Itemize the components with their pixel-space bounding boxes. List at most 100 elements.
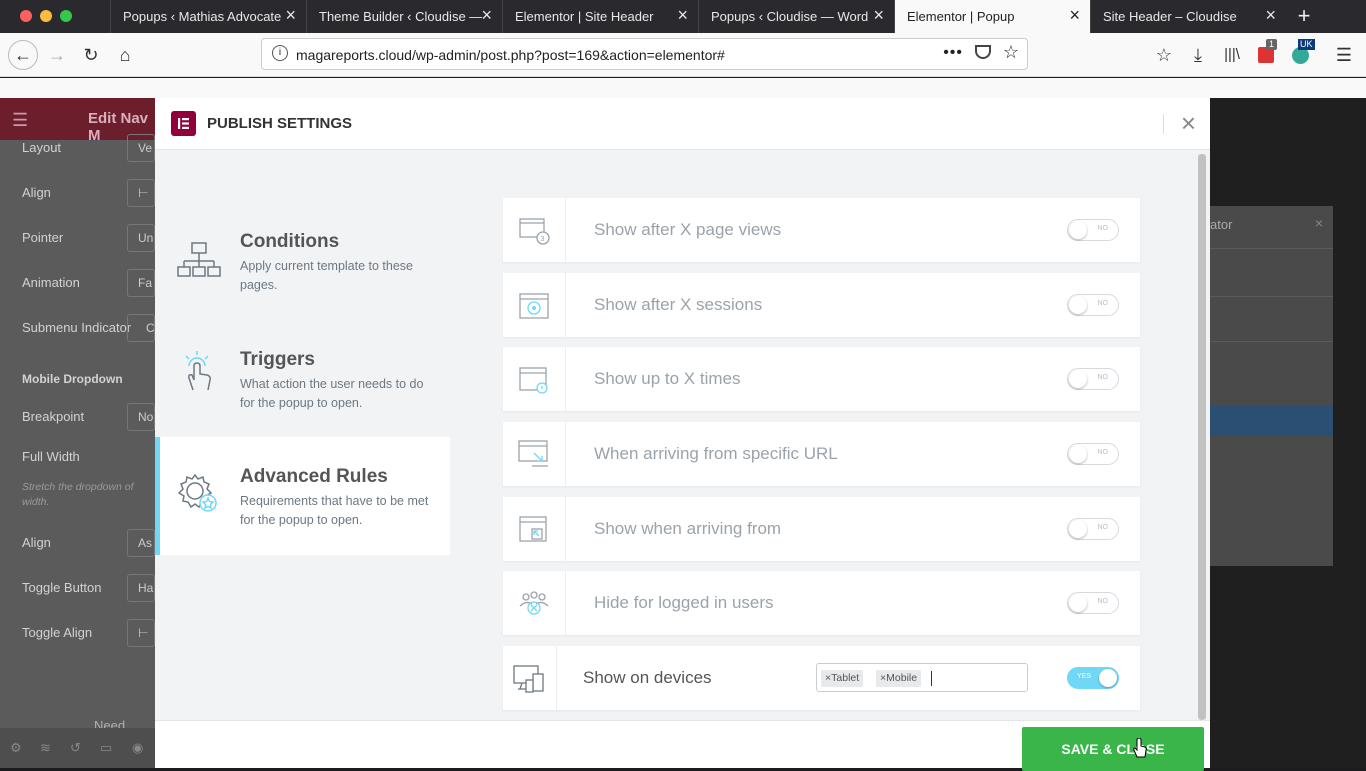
field-label: Breakpoint — [22, 409, 85, 424]
field-control[interactable]: Fa — [127, 269, 155, 297]
tab-label: Elementor | Site Header — [515, 9, 654, 24]
rule-label: When arriving from specific URL — [594, 444, 838, 463]
field-label: Animation — [22, 275, 80, 290]
close-tab-icon[interactable]: × — [873, 5, 884, 25]
bookmark-star-icon[interactable]: ☆ — [1003, 42, 1019, 63]
tab-title: Conditions — [240, 231, 340, 252]
field-control[interactable]: Ha — [127, 574, 155, 602]
rule-toggle[interactable]: NO — [1067, 219, 1119, 241]
new-tab-button[interactable]: + — [1286, 0, 1322, 33]
close-tab-icon[interactable]: × — [1069, 5, 1080, 25]
menu-icon[interactable]: ☰ — [1330, 41, 1358, 69]
close-tab-icon[interactable]: × — [285, 5, 296, 25]
scrollbar[interactable] — [1198, 154, 1206, 720]
rule-label: Show up to X times — [594, 369, 741, 388]
browser-toolbar: ← → ↻ ⌂ i magareports.cloud/wp-admin/pos… — [0, 33, 1366, 77]
tab-label: Elementor | Popup — [907, 9, 1015, 24]
close-window-button[interactable] — [20, 10, 32, 22]
maximize-window-button[interactable] — [60, 10, 72, 22]
publish-settings-modal: PUBLISH SETTINGS × Conditions Apply curr… — [155, 98, 1210, 771]
save-and-close-button[interactable]: SAVE & CLOSE — [1022, 727, 1204, 771]
field-control[interactable]: ⊢ — [127, 619, 155, 647]
page-actions-icon[interactable]: ••• — [943, 44, 963, 62]
browser-tab[interactable]: Theme Builder ‹ Cloudise — × — [306, 0, 502, 33]
field-control[interactable]: Ve — [127, 134, 155, 162]
url-bar[interactable]: i magareports.cloud/wp-admin/post.php?po… — [261, 38, 1028, 70]
close-icon[interactable]: × — [1181, 110, 1196, 136]
toggle-state: NO — [1097, 598, 1109, 605]
rule-specific-url: When arriving from specific URL NO — [503, 422, 1140, 486]
svg-text:3: 3 — [541, 236, 545, 243]
tab-title: Advanced Rules — [240, 466, 388, 487]
scrollbar-thumb[interactable] — [1198, 154, 1206, 720]
settings-icon[interactable]: ⚙ — [10, 740, 22, 756]
toggle-state: NO — [1097, 524, 1109, 531]
close-tab-icon[interactable]: × — [1265, 5, 1276, 25]
back-button[interactable]: ← — [8, 40, 38, 70]
url-text: magareports.cloud/wp-admin/post.php?post… — [296, 47, 725, 63]
settings-sidebar: Conditions Apply current template to the… — [155, 150, 450, 720]
modal-header: PUBLISH SETTINGS × — [155, 98, 1210, 150]
browser-tab-active[interactable]: Elementor | Popup × — [894, 0, 1090, 33]
library-icon[interactable]: |||\ — [1218, 41, 1246, 69]
info-icon[interactable]: i — [272, 45, 288, 61]
preview-icon[interactable]: ◉ — [132, 740, 143, 756]
navigator-row — [1210, 248, 1333, 249]
download-icon[interactable]: ⤓ — [1184, 41, 1212, 69]
url-icon — [518, 440, 548, 467]
field-control[interactable]: No — [127, 403, 155, 431]
field-control[interactable]: C — [127, 314, 155, 342]
field-label: Align — [22, 185, 51, 200]
tab-description: Requirements that have to be met for the… — [240, 494, 429, 527]
hamburger-icon[interactable]: ☰ — [12, 110, 28, 131]
browser-tab[interactable]: Elementor | Site Header × — [502, 0, 698, 33]
history-icon[interactable]: ↺ — [70, 740, 81, 756]
navigator-row — [1210, 296, 1333, 297]
field-control[interactable]: Un — [127, 224, 155, 252]
layers-icon[interactable]: ≋ — [40, 740, 51, 756]
section-heading: Mobile Dropdown — [22, 372, 123, 386]
browser-tab[interactable]: Site Header – Cloudise × — [1090, 0, 1286, 33]
advanced-rules-icon — [177, 473, 217, 512]
tab-description: What action the user needs to do for the… — [240, 377, 424, 410]
rule-logged-in-users: Hide for logged in users NO — [503, 571, 1140, 635]
tab-description: Apply current template to these pages. — [240, 259, 414, 292]
forward-button[interactable]: → — [43, 41, 71, 69]
field-description: width. — [22, 496, 50, 508]
toolbar-spacer — [0, 78, 1366, 98]
close-tab-icon[interactable]: × — [481, 5, 492, 25]
rule-toggle[interactable]: NO — [1067, 368, 1119, 390]
notification-badge: 1 — [1266, 39, 1278, 50]
rule-page-views: 3 Show after X page views NO — [503, 198, 1140, 262]
home-icon[interactable]: ⌂ — [111, 41, 139, 69]
field-control[interactable]: As — [127, 529, 155, 557]
rule-toggle[interactable]: NO — [1067, 592, 1119, 614]
minimize-window-button[interactable] — [40, 10, 52, 22]
field-control[interactable]: ⊢ — [127, 179, 155, 207]
close-tab-icon[interactable]: × — [677, 5, 688, 25]
rule-label: Show after X sessions — [594, 295, 763, 314]
devices-select[interactable]: ×Tablet ×Mobile — [816, 663, 1028, 692]
rule-toggle[interactable]: NO — [1067, 294, 1119, 316]
account-icon[interactable]: UK — [1286, 39, 1315, 69]
browser-tab[interactable]: Popups ‹ Mathias Advocate × — [110, 0, 306, 33]
rule-toggle[interactable]: YES — [1067, 667, 1119, 689]
modal-footer: SAVE & CLOSE — [155, 720, 1210, 771]
tab-triggers[interactable]: Triggers What action the user needs to d… — [155, 320, 450, 438]
rule-toggle[interactable]: NO — [1067, 518, 1119, 540]
advanced-rules-list: 3 Show after X page views NO Show after … — [450, 150, 1210, 720]
rule-label: Show after X page views — [594, 220, 782, 239]
extension-icon[interactable]: 1 — [1252, 39, 1280, 69]
reading-list-icon[interactable]: ☆ — [1150, 41, 1178, 69]
tab-advanced-rules[interactable]: Advanced Rules Requirements that have to… — [155, 437, 450, 555]
responsive-icon[interactable]: ▭ — [100, 740, 112, 756]
tab-conditions[interactable]: Conditions Apply current template to the… — [155, 202, 450, 320]
reload-icon[interactable]: ↻ — [77, 41, 105, 69]
times-icon — [519, 367, 548, 394]
browser-tab[interactable]: Popups ‹ Cloudise — Word × — [698, 0, 894, 33]
navigator-close-icon[interactable]: × — [1315, 215, 1323, 231]
rule-times: Show up to X times NO — [503, 347, 1140, 411]
rule-toggle[interactable]: NO — [1067, 443, 1119, 465]
pocket-icon[interactable] — [975, 45, 991, 59]
device-chip-tablet: ×Tablet — [821, 670, 864, 687]
